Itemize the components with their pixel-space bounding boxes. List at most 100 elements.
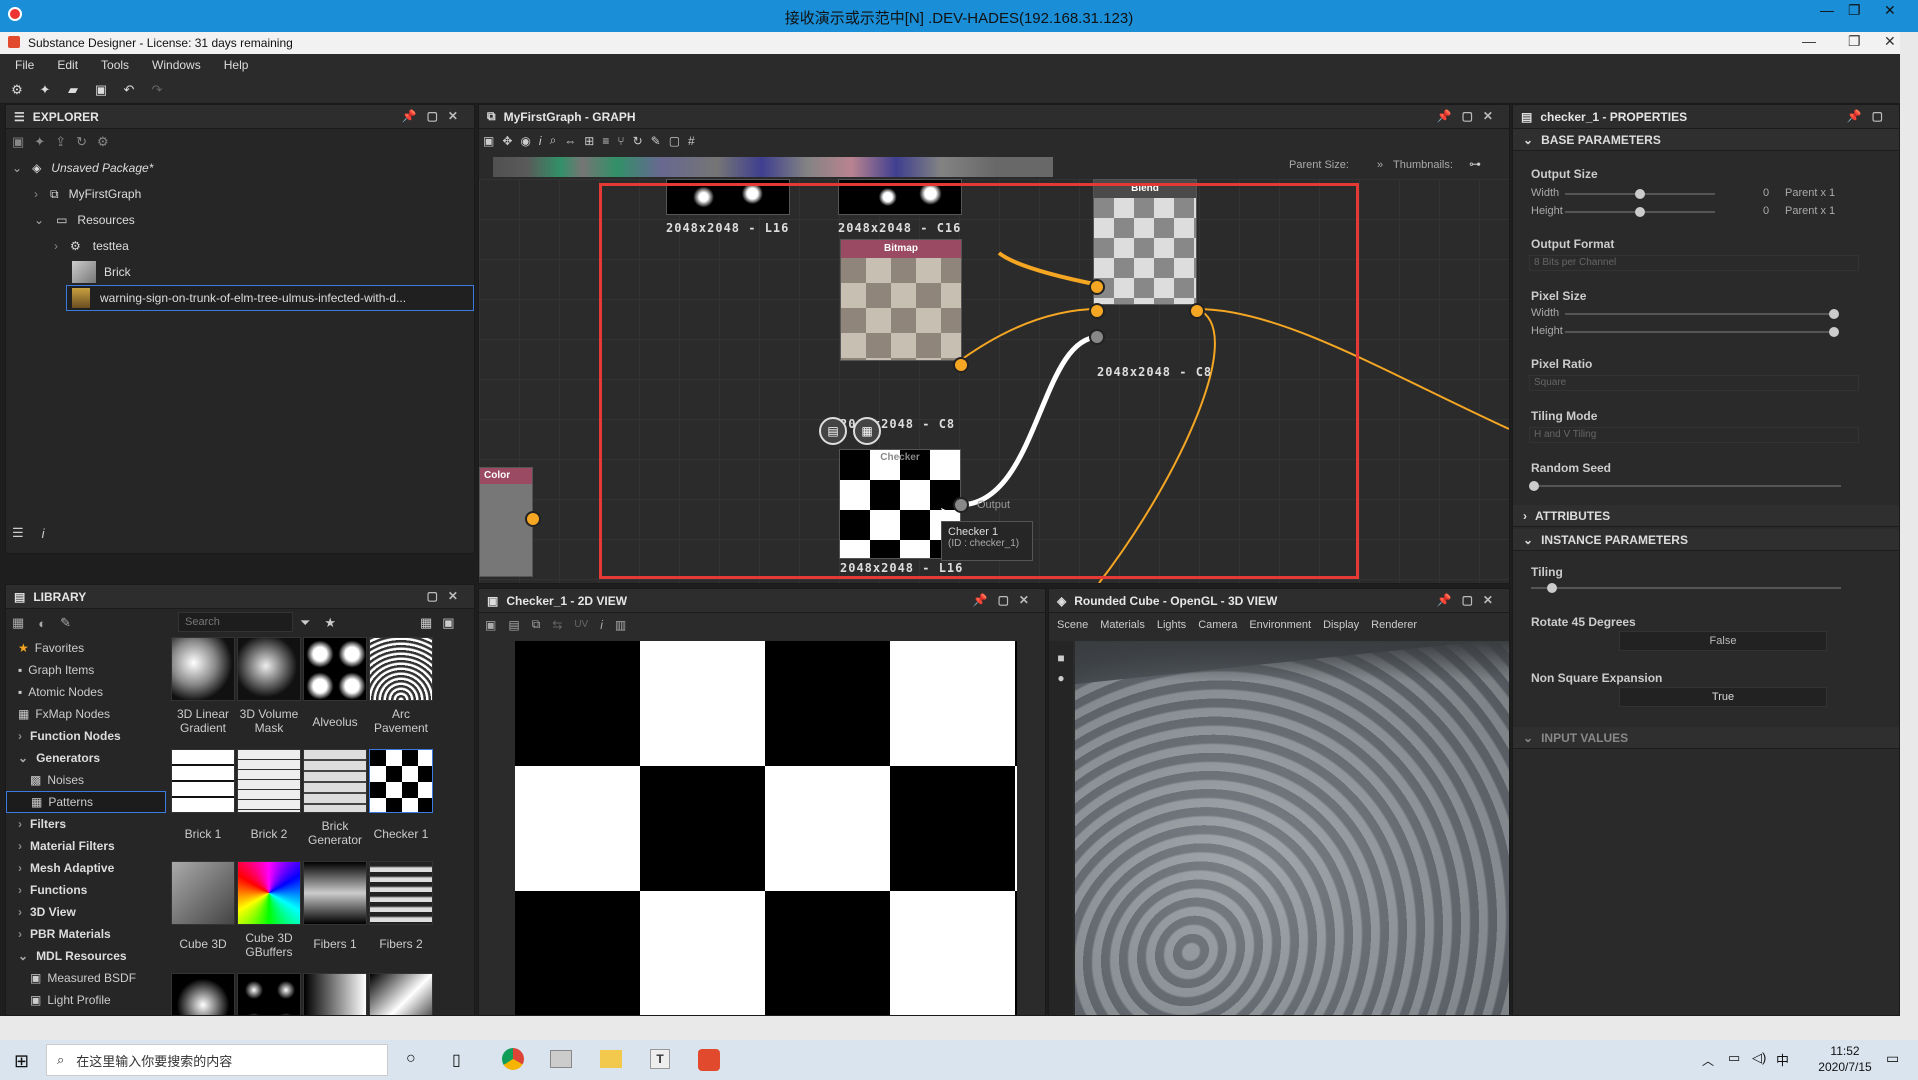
tidy-icon[interactable]: ≡ bbox=[602, 134, 609, 148]
tree-item-testtea[interactable]: › ⚙ testtea bbox=[6, 233, 474, 259]
save-icon[interactable]: ▣ bbox=[90, 81, 112, 99]
new-graph-icon[interactable]: ✦ bbox=[34, 81, 56, 99]
thumb-checker-1[interactable] bbox=[369, 749, 433, 813]
pixel-width-slider[interactable] bbox=[1829, 309, 1839, 319]
thumb-brick-2[interactable] bbox=[237, 749, 301, 813]
menu-renderer[interactable]: Renderer bbox=[1371, 619, 1417, 631]
branch-icon[interactable]: ⑂ bbox=[617, 134, 624, 148]
menu-environment[interactable]: Environment bbox=[1249, 619, 1311, 631]
filter-icon[interactable]: ⏷ bbox=[300, 615, 310, 631]
section-attributes[interactable]: › ATTRIBUTES bbox=[1513, 505, 1899, 527]
camera-icon[interactable]: ◉ bbox=[520, 134, 530, 148]
category-pbr-materials[interactable]: › PBR Materials bbox=[6, 923, 166, 945]
category-measured-bsdf[interactable]: ▣ Measured BSDF bbox=[6, 967, 166, 989]
category-fxmap-nodes[interactable]: ▦ FxMap Nodes bbox=[6, 703, 166, 725]
thumb-fibers-2[interactable] bbox=[369, 861, 433, 925]
tree-graph[interactable]: › ⧉ MyFirstGraph bbox=[6, 181, 474, 207]
typora-icon[interactable]: T bbox=[650, 1049, 670, 1069]
close-icon[interactable]: ✕ bbox=[1884, 2, 1896, 19]
thumb-gradient-b[interactable] bbox=[237, 973, 301, 1015]
category-mesh-adaptive[interactable]: › Mesh Adaptive bbox=[6, 857, 166, 879]
tree-package[interactable]: ⌄ ◈ Unsaved Package* bbox=[6, 155, 474, 181]
export-icon[interactable]: ⇪ bbox=[55, 134, 66, 150]
tree-item-warning-sign[interactable]: warning-sign-on-trunk-of-elm-tree-ulmus-… bbox=[66, 285, 474, 311]
category-favorites[interactable]: ★ Favorites bbox=[6, 637, 166, 659]
thumb-arc-pavement[interactable] bbox=[369, 637, 433, 701]
volume-icon[interactable]: ◁) bbox=[1752, 1050, 1766, 1066]
save-package-icon[interactable]: ▣ bbox=[12, 134, 24, 150]
tool-icon[interactable]: ✎ bbox=[651, 134, 661, 148]
category-generators[interactable]: ⌄ Generators bbox=[6, 747, 166, 769]
thumb-cube-3d-gbuffers[interactable] bbox=[237, 861, 301, 925]
category-material-filters[interactable]: › Material Filters bbox=[6, 835, 166, 857]
grid-icon[interactable]: # bbox=[688, 134, 695, 148]
thumb-fibers-1[interactable] bbox=[303, 861, 367, 925]
category-atomic-nodes[interactable]: ▪ Atomic Nodes bbox=[6, 681, 166, 703]
menu-help[interactable]: Help bbox=[224, 58, 249, 72]
file-explorer-icon[interactable] bbox=[600, 1050, 622, 1068]
section-instance-parameters[interactable]: ⌄ INSTANCE PARAMETERS bbox=[1513, 529, 1899, 551]
menu-display[interactable]: Display bbox=[1323, 619, 1359, 631]
tiling-mode-field[interactable]: H and V Tiling bbox=[1529, 427, 1859, 443]
add-library-icon[interactable]: ▦ bbox=[12, 615, 24, 631]
info-icon[interactable]: i bbox=[42, 526, 45, 541]
thumb-gradient-d[interactable] bbox=[369, 973, 433, 1015]
move-icon[interactable]: ✥ bbox=[502, 134, 512, 148]
thumb-3d-linear-gradient[interactable] bbox=[171, 637, 235, 701]
graph-canvas[interactable]: 2048x2048 - L16 2048x2048 - C16 Bitmap 2… bbox=[479, 179, 1509, 583]
chrome-icon[interactable] bbox=[502, 1048, 524, 1070]
undo-icon[interactable]: ↶ bbox=[118, 81, 140, 99]
menu-scene[interactable]: Scene bbox=[1057, 619, 1088, 631]
menu-camera[interactable]: Camera bbox=[1198, 619, 1237, 631]
task-view-icon[interactable]: ▯ bbox=[452, 1050, 461, 1070]
section-base-parameters[interactable]: ⌄ BASE PARAMETERS bbox=[1513, 129, 1899, 151]
redo-icon[interactable]: ↷ bbox=[146, 81, 168, 99]
thumb-3d-volume-mask[interactable] bbox=[237, 637, 301, 701]
category-light-profile[interactable]: ▣ Light Profile bbox=[6, 989, 166, 1011]
non-square-toggle[interactable]: True bbox=[1619, 687, 1827, 707]
edit-icon[interactable]: ✎ bbox=[60, 615, 71, 631]
menu-lights[interactable]: Lights bbox=[1157, 619, 1186, 631]
menu-tools[interactable]: Tools bbox=[101, 58, 129, 72]
category-function-nodes[interactable]: › Function Nodes bbox=[6, 725, 166, 747]
category-graph-items[interactable]: ▪ Graph Items bbox=[6, 659, 166, 681]
app-restore-icon[interactable]: ❐ bbox=[1848, 33, 1861, 50]
height-slider[interactable] bbox=[1635, 207, 1645, 217]
pixel-height-slider[interactable] bbox=[1829, 327, 1839, 337]
window-scrollbar[interactable] bbox=[1900, 32, 1918, 1040]
list-view-icon[interactable]: ▣ bbox=[442, 615, 454, 631]
restore-icon[interactable]: ❐ bbox=[1848, 2, 1861, 19]
align-icon[interactable]: ⇔ bbox=[564, 134, 576, 148]
frame-icon[interactable]: ▣ bbox=[483, 134, 494, 148]
save-image-icon[interactable]: ▤ bbox=[508, 618, 519, 632]
category-mdl-resources[interactable]: ⌄ MDL Resources bbox=[6, 945, 166, 967]
thumb-gradient-a[interactable] bbox=[171, 973, 235, 1015]
panel-controls-icon[interactable]: ▢✕ bbox=[427, 589, 468, 603]
category-noises[interactable]: ▩ Noises bbox=[6, 769, 166, 791]
thumb-cube-3d[interactable] bbox=[171, 861, 235, 925]
tray-chevron-icon[interactable]: ︿ bbox=[1702, 1052, 1714, 1069]
light-icon[interactable]: ● bbox=[1049, 671, 1073, 685]
camera-icon[interactable]: ■ bbox=[1049, 651, 1073, 665]
width-slider[interactable] bbox=[1635, 189, 1645, 199]
copy-icon[interactable]: ⧉ bbox=[532, 617, 541, 632]
open-folder-icon[interactable]: ▰ bbox=[62, 81, 84, 99]
menu-windows[interactable]: Windows bbox=[152, 58, 201, 72]
panel-controls-icon[interactable]: 📌▢✕ bbox=[973, 593, 1039, 607]
channel-icon[interactable]: ⇆ bbox=[552, 618, 562, 632]
menu-edit[interactable]: Edit bbox=[57, 58, 78, 72]
thumb-brick-1[interactable] bbox=[171, 749, 235, 813]
thumbnail-toggle-icon[interactable]: ⊶ bbox=[1469, 157, 1481, 171]
refresh-icon[interactable]: ↻ bbox=[633, 134, 643, 148]
3d-viewport[interactable] bbox=[1075, 641, 1509, 1015]
tree-item-brick[interactable]: Brick bbox=[6, 259, 474, 285]
grid-view-icon[interactable]: ▦ bbox=[420, 615, 432, 631]
atomic-nodes-toolbar[interactable] bbox=[493, 157, 1053, 177]
checker-2d-preview[interactable] bbox=[515, 641, 1017, 1015]
ime-indicator[interactable]: 中 bbox=[1776, 1050, 1789, 1069]
thumb-brick-generator[interactable] bbox=[303, 749, 367, 813]
fit-icon[interactable]: ▣ bbox=[485, 618, 496, 632]
refresh-library-icon[interactable]: ◐ bbox=[38, 616, 46, 631]
uv-label[interactable]: UV bbox=[574, 619, 588, 630]
horizontal-scrollbar[interactable] bbox=[0, 1016, 1900, 1040]
